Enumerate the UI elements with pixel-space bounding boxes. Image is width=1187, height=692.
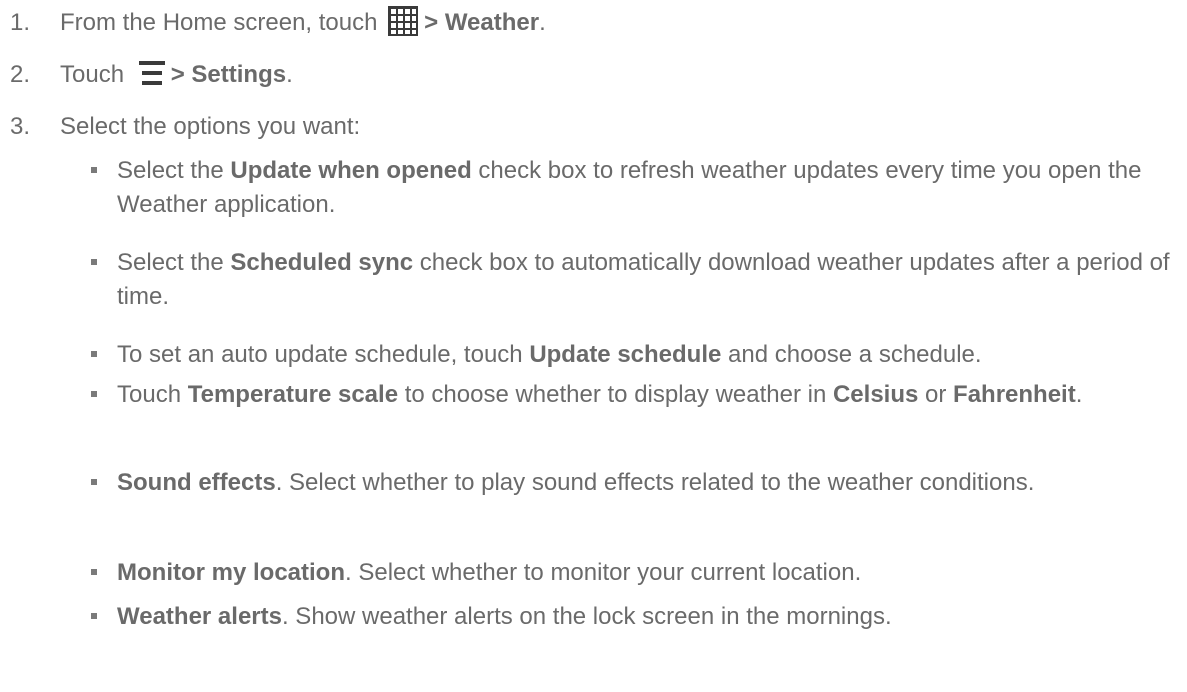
item-option-value: Celsius bbox=[832, 381, 919, 408]
list-item: Weather alerts. Show weather alerts on t… bbox=[91, 600, 1179, 634]
bullet-marker bbox=[91, 613, 97, 619]
step-1: 1. From the Home screen, touch > Weather. bbox=[10, 5, 546, 38]
apps-grid-icon bbox=[388, 5, 419, 36]
item-option-value: Fahrenheit bbox=[953, 381, 1076, 408]
item-option-name: Monitor my location bbox=[117, 559, 345, 586]
item-text: Touch bbox=[117, 381, 188, 408]
step-number: 3. bbox=[10, 113, 31, 140]
item-text: to choose whether to display weather in bbox=[398, 381, 833, 408]
step-action: > Settings bbox=[170, 61, 287, 88]
bullet-marker bbox=[91, 391, 97, 397]
list-item: Monitor my location. Select whether to m… bbox=[91, 556, 1179, 590]
item-option-name: Scheduled sync bbox=[230, 249, 414, 276]
bullet-marker bbox=[91, 259, 97, 265]
instructions-document: 1. From the Home screen, touch > Weather.… bbox=[0, 0, 1187, 692]
item-option-name: Weather alerts bbox=[117, 603, 282, 630]
item-text: . bbox=[1075, 381, 1083, 408]
list-item: Select the Scheduled sync check box to a… bbox=[91, 246, 1179, 314]
item-text: . Select whether to play sound effects r… bbox=[275, 469, 1035, 496]
step-2: 2. Touch > Settings. bbox=[10, 60, 293, 90]
item-option-name: Temperature scale bbox=[187, 381, 399, 408]
menu-icon bbox=[138, 60, 165, 85]
step-3: 3. Select the options you want: bbox=[10, 112, 360, 142]
item-text: Select the bbox=[117, 249, 231, 276]
bullet-marker bbox=[91, 351, 97, 357]
item-text: . Show weather alerts on the lock screen… bbox=[281, 603, 892, 630]
step-text: Touch bbox=[60, 61, 125, 88]
step-text: From the Home screen, touch bbox=[60, 9, 378, 36]
bullet-marker bbox=[91, 167, 97, 173]
item-option-name: Update when opened bbox=[230, 157, 472, 184]
item-option-name: Update schedule bbox=[529, 341, 722, 368]
item-text: or bbox=[918, 381, 954, 408]
item-text: To set an auto update schedule, touch bbox=[117, 341, 530, 368]
bullet-marker bbox=[91, 479, 97, 485]
item-text: . Select whether to monitor your current… bbox=[345, 559, 862, 586]
item-option-name: Sound effects bbox=[117, 469, 276, 496]
step-text: Select the options you want: bbox=[60, 113, 361, 140]
list-item: Touch Temperature scale to choose whethe… bbox=[91, 378, 1179, 412]
bullet-marker bbox=[91, 569, 97, 575]
step-action: > Weather bbox=[424, 9, 540, 36]
list-item: To set an auto update schedule, touch Up… bbox=[91, 338, 1179, 372]
step-suffix: . bbox=[539, 9, 546, 36]
step-number: 1. bbox=[10, 9, 31, 36]
item-text: Select the bbox=[117, 157, 231, 184]
list-item: Sound effects. Select whether to play so… bbox=[91, 466, 1179, 500]
step-number: 2. bbox=[10, 61, 31, 88]
step-suffix: . bbox=[286, 61, 293, 88]
list-item: Select the Update when opened check box … bbox=[91, 154, 1179, 222]
item-text: and choose a schedule. bbox=[721, 341, 982, 368]
